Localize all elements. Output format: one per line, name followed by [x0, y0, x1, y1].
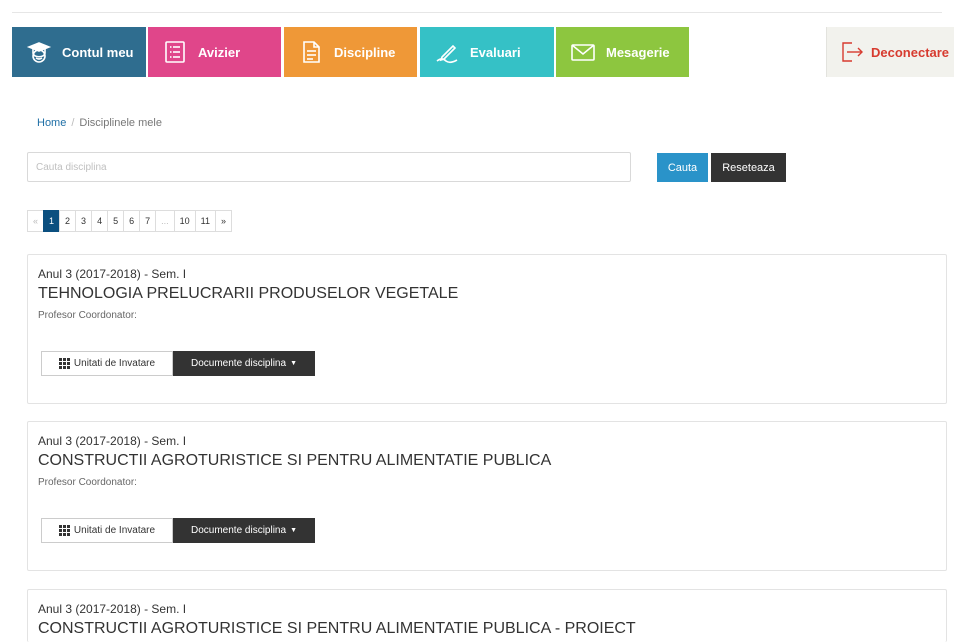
pagination-page-3[interactable]: 3 [75, 210, 93, 232]
nav-contul-meu-label: Contul meu [62, 44, 134, 60]
reset-button[interactable]: Reseteaza [711, 153, 786, 182]
caret-down-icon: ▼ [290, 360, 297, 367]
search-button[interactable]: Cauta [657, 153, 708, 182]
course-documents-label: Documente disciplina [191, 525, 287, 536]
course-title: TEHNOLOGIA PRELUCRARII PRODUSELOR VEGETA… [38, 285, 459, 302]
nav-mesagerie-label: Mesagerie [606, 44, 670, 60]
grid-icon [58, 525, 70, 536]
logout-label: Deconectare [871, 44, 950, 60]
breadcrumb-current: Disciplinele mele [79, 117, 162, 129]
pagination-page-7[interactable]: 7 [139, 210, 157, 232]
breadcrumb: Home / Disciplinele mele [37, 117, 162, 129]
nav-evaluari[interactable]: Evaluari [420, 27, 554, 77]
list-icon [162, 39, 188, 65]
pagination-page-11[interactable]: 11 [194, 210, 216, 232]
course-term: Anul 3 (2017-2018) - Sem. I [38, 602, 187, 616]
caret-down-icon: ▼ [290, 527, 297, 534]
document-icon [298, 39, 324, 65]
logout-icon [839, 39, 865, 65]
course-term: Anul 3 (2017-2018) - Sem. I [38, 267, 187, 281]
student-icon [26, 39, 52, 65]
course-professor: Profesor Coordonator: [38, 310, 137, 321]
grid-icon [58, 358, 70, 369]
learning-units-label: Unitati de Invatare [73, 358, 156, 369]
nav-contul-meu[interactable]: Contul meu [12, 27, 146, 77]
nav-discipline[interactable]: Discipline [284, 27, 417, 77]
nav-mesagerie[interactable]: Mesagerie [556, 27, 689, 77]
logout-button[interactable]: Deconectare [826, 27, 954, 77]
main-nav: Contul meu Avizier Discipline Evaluari M… [0, 27, 954, 77]
course-card: Anul 3 (2017-2018) - Sem. I TEHNOLOGIA P… [27, 254, 947, 404]
pagination-page-5[interactable]: 5 [107, 210, 125, 232]
pagination-page-4[interactable]: 4 [91, 210, 109, 232]
course-documents-label: Documente disciplina [191, 358, 287, 369]
pagination: « 1 2 3 4 5 6 7 ... 10 11 » [27, 210, 233, 232]
course-title: CONSTRUCTII AGROTURISTICE SI PENTRU ALIM… [38, 452, 552, 469]
pagination-next[interactable]: » [215, 210, 233, 232]
breadcrumb-home-link[interactable]: Home [37, 117, 66, 129]
envelope-icon [570, 39, 596, 65]
course-card: Anul 3 (2017-2018) - Sem. I CONSTRUCTII … [27, 589, 947, 642]
pagination-page-10[interactable]: 10 [173, 210, 196, 232]
top-divider [12, 12, 942, 13]
pagination-prev[interactable]: « [27, 210, 45, 232]
nav-evaluari-label: Evaluari [470, 44, 521, 60]
pagination-ellipsis: ... [155, 210, 175, 232]
breadcrumb-separator: / [71, 117, 75, 129]
course-documents-dropdown[interactable]: Documente disciplina ▼ [173, 351, 315, 376]
pagination-page-2[interactable]: 2 [59, 210, 77, 232]
pagination-page-6[interactable]: 6 [123, 210, 141, 232]
course-documents-dropdown[interactable]: Documente disciplina ▼ [173, 518, 315, 543]
course-professor: Profesor Coordonator: [38, 477, 137, 488]
course-title: CONSTRUCTII AGROTURISTICE SI PENTRU ALIM… [38, 620, 636, 637]
course-term: Anul 3 (2017-2018) - Sem. I [38, 434, 187, 448]
nav-discipline-label: Discipline [334, 44, 396, 60]
nav-avizier[interactable]: Avizier [148, 27, 281, 77]
learning-units-button[interactable]: Unitati de Invatare [41, 518, 173, 543]
search-input[interactable] [27, 152, 631, 182]
learning-units-button[interactable]: Unitati de Invatare [41, 351, 173, 376]
nav-avizier-label: Avizier [198, 44, 241, 60]
pen-icon [434, 39, 460, 65]
learning-units-label: Unitati de Invatare [73, 525, 156, 536]
pagination-page-1[interactable]: 1 [43, 210, 61, 232]
course-card: Anul 3 (2017-2018) - Sem. I CONSTRUCTII … [27, 421, 947, 571]
